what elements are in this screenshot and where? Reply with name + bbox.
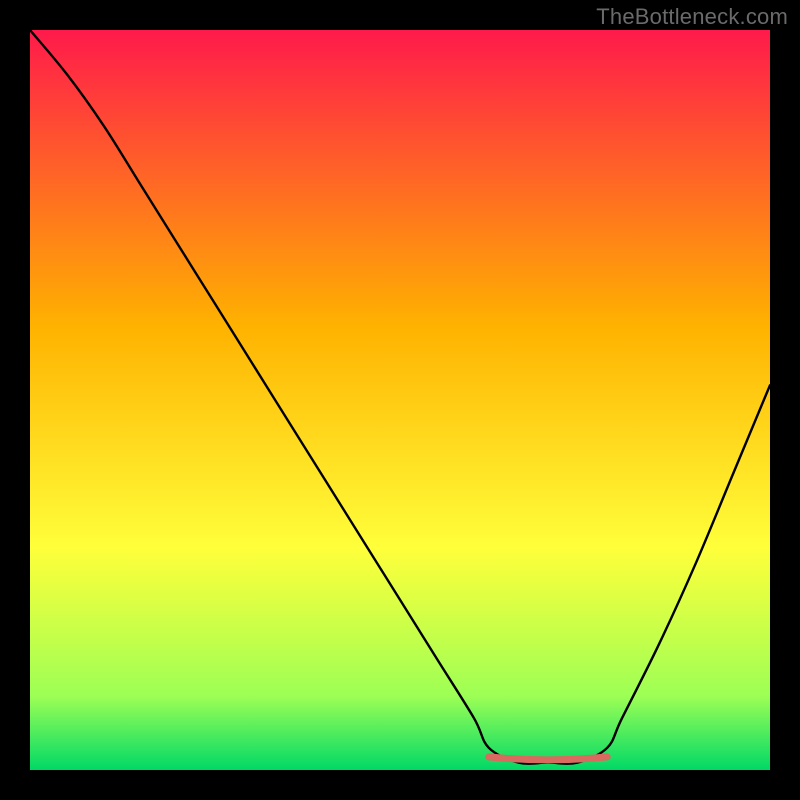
gradient-background xyxy=(30,30,770,770)
valley-accent xyxy=(489,757,607,760)
chart-frame: TheBottleneck.com xyxy=(0,0,800,800)
plot-area xyxy=(30,30,770,770)
plot-svg xyxy=(30,30,770,770)
watermark-text: TheBottleneck.com xyxy=(596,4,788,30)
